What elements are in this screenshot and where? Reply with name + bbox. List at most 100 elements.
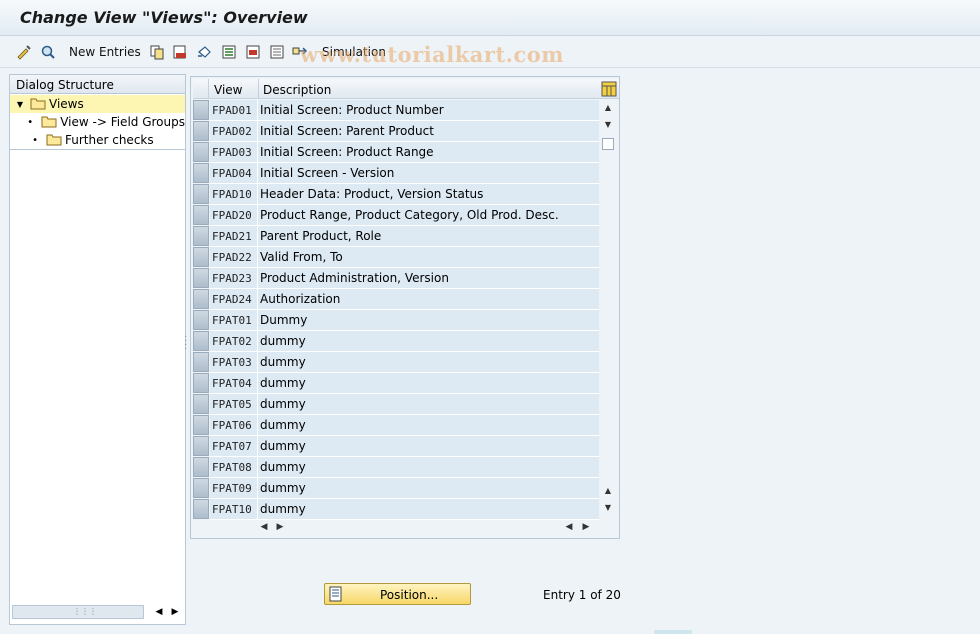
table-row[interactable]: FPAT04 dummy [193, 373, 599, 394]
delete-button[interactable] [172, 44, 188, 60]
cell-view[interactable]: FPAT01 [210, 310, 258, 330]
row-selector[interactable] [193, 310, 209, 330]
cell-description[interactable]: dummy [258, 394, 599, 414]
cell-view[interactable]: FPAT02 [210, 331, 258, 351]
cell-description[interactable]: Authorization [258, 289, 599, 309]
cell-description[interactable]: dummy [258, 331, 599, 351]
row-selector[interactable] [193, 226, 209, 246]
row-selector[interactable] [193, 352, 209, 372]
column-header-view[interactable]: View [210, 79, 259, 99]
cell-view[interactable]: FPAD23 [210, 268, 258, 288]
cell-view[interactable]: FPAD24 [210, 289, 258, 309]
cell-description[interactable]: dummy [258, 478, 599, 498]
table-row[interactable]: FPAD01 Initial Screen: Product Number [193, 100, 599, 121]
row-selector[interactable] [193, 142, 209, 162]
table-row[interactable]: FPAT05 dummy [193, 394, 599, 415]
cell-description[interactable]: dummy [258, 415, 599, 435]
table-row[interactable]: FPAD03 Initial Screen: Product Range [193, 142, 599, 163]
select-all-button[interactable] [221, 44, 237, 60]
table-row[interactable]: FPAD04 Initial Screen - Version [193, 163, 599, 184]
scroll-right-icon[interactable]: ▶ [273, 519, 287, 535]
table-row[interactable]: FPAD23 Product Administration, Version [193, 268, 599, 289]
scroll-down-icon[interactable]: ▼ [600, 117, 616, 133]
scroll-down-icon[interactable]: ▼ [600, 500, 616, 516]
cell-view[interactable]: FPAT07 [210, 436, 258, 456]
cell-description[interactable]: Product Administration, Version [258, 268, 599, 288]
cell-view[interactable]: FPAT10 [210, 499, 258, 519]
scroll-left-icon[interactable]: ◀ [562, 519, 576, 535]
cell-view[interactable]: FPAD22 [210, 247, 258, 267]
row-selector[interactable] [193, 331, 209, 351]
cell-view[interactable]: FPAD21 [210, 226, 258, 246]
row-selector[interactable] [193, 415, 209, 435]
table-row[interactable]: FPAD10 Header Data: Product, Version Stat… [193, 184, 599, 205]
row-selector[interactable] [193, 247, 209, 267]
cell-description[interactable]: dummy [258, 373, 599, 393]
cell-description[interactable]: dummy [258, 352, 599, 372]
cell-description[interactable]: Parent Product, Role [258, 226, 599, 246]
scroll-right-icon[interactable]: ▶ [168, 607, 182, 617]
new-entries-button[interactable]: New Entries [69, 44, 141, 60]
row-selector[interactable] [193, 394, 209, 414]
cell-description[interactable]: Initial Screen: Product Number [258, 100, 599, 120]
position-button[interactable]: Position... [324, 583, 471, 605]
table-row[interactable]: FPAT07 dummy [193, 436, 599, 457]
vertical-scrollbar[interactable]: ▲ ▼ ▲ ▼ [600, 100, 616, 518]
row-selector[interactable] [193, 289, 209, 309]
cell-description[interactable]: Header Data: Product, Version Status [258, 184, 599, 204]
cell-description[interactable]: dummy [258, 499, 599, 519]
table-row[interactable]: FPAT03 dummy [193, 352, 599, 373]
table-row[interactable]: FPAT01 Dummy [193, 310, 599, 331]
row-selector[interactable] [193, 436, 209, 456]
tree-item-views[interactable]: ▼ Views [10, 95, 185, 113]
table-row[interactable]: FPAD21 Parent Product, Role [193, 226, 599, 247]
cell-description[interactable]: Valid From, To [258, 247, 599, 267]
scroll-right-icon[interactable]: ▶ [579, 519, 593, 535]
row-selector[interactable] [193, 184, 209, 204]
table-row[interactable]: FPAD24 Authorization [193, 289, 599, 310]
row-selector[interactable] [193, 499, 209, 519]
row-selector[interactable] [193, 163, 209, 183]
table-row[interactable]: FPAD20 Product Range, Product Category, O… [193, 205, 599, 226]
tree-horizontal-scrollbar[interactable]: ⋮⋮⋮ ◀ ▶ [12, 604, 183, 620]
table-row[interactable]: FPAT09 dummy [193, 478, 599, 499]
cell-view[interactable]: FPAT04 [210, 373, 258, 393]
row-selector[interactable] [193, 121, 209, 141]
tree-item-further-checks[interactable]: • Further checks [10, 131, 185, 149]
panel-splitter-icon[interactable]: · · · · [184, 333, 187, 355]
cell-view[interactable]: FPAT05 [210, 394, 258, 414]
table-settings-icon[interactable] [601, 81, 617, 100]
cell-description[interactable]: dummy [258, 457, 599, 477]
cell-view[interactable]: FPAD10 [210, 184, 258, 204]
cell-view[interactable]: FPAT08 [210, 457, 258, 477]
column-header-description[interactable]: Description [259, 79, 601, 99]
row-selector[interactable] [193, 100, 209, 120]
table-row[interactable]: FPAT02 dummy [193, 331, 599, 352]
cell-view[interactable]: FPAD01 [210, 100, 258, 120]
find-button[interactable] [40, 44, 56, 60]
row-selector[interactable] [193, 478, 209, 498]
table-row[interactable]: FPAT10 dummy [193, 499, 599, 520]
table-row[interactable]: FPAT06 dummy [193, 415, 599, 436]
scroll-up-icon[interactable]: ▲ [600, 483, 616, 499]
row-selector[interactable] [193, 268, 209, 288]
table-row[interactable]: FPAT08 dummy [193, 457, 599, 478]
cell-view[interactable]: FPAD04 [210, 163, 258, 183]
scroll-left-icon[interactable]: ◀ [150, 607, 168, 617]
select-all-rows-cell[interactable] [193, 79, 209, 99]
cell-description[interactable]: Initial Screen: Parent Product [258, 121, 599, 141]
display-change-button[interactable] [16, 44, 32, 60]
cell-description[interactable]: Product Range, Product Category, Old Pro… [258, 205, 599, 225]
cell-view[interactable]: FPAD03 [210, 142, 258, 162]
scroll-left-icon[interactable]: ◀ [257, 519, 271, 535]
cell-view[interactable]: FPAT06 [210, 415, 258, 435]
tree-item-field-groups[interactable]: • View -> Field Groups [10, 113, 185, 131]
scroll-thumb[interactable]: ⋮⋮⋮ [12, 605, 144, 619]
row-selector[interactable] [193, 457, 209, 477]
cell-view[interactable]: FPAT03 [210, 352, 258, 372]
expand-arrow-icon[interactable]: ▼ [10, 100, 30, 109]
row-selector[interactable] [193, 205, 209, 225]
copy-button[interactable] [149, 44, 165, 60]
deselect-all-button[interactable] [269, 44, 285, 60]
cell-description[interactable]: dummy [258, 436, 599, 456]
